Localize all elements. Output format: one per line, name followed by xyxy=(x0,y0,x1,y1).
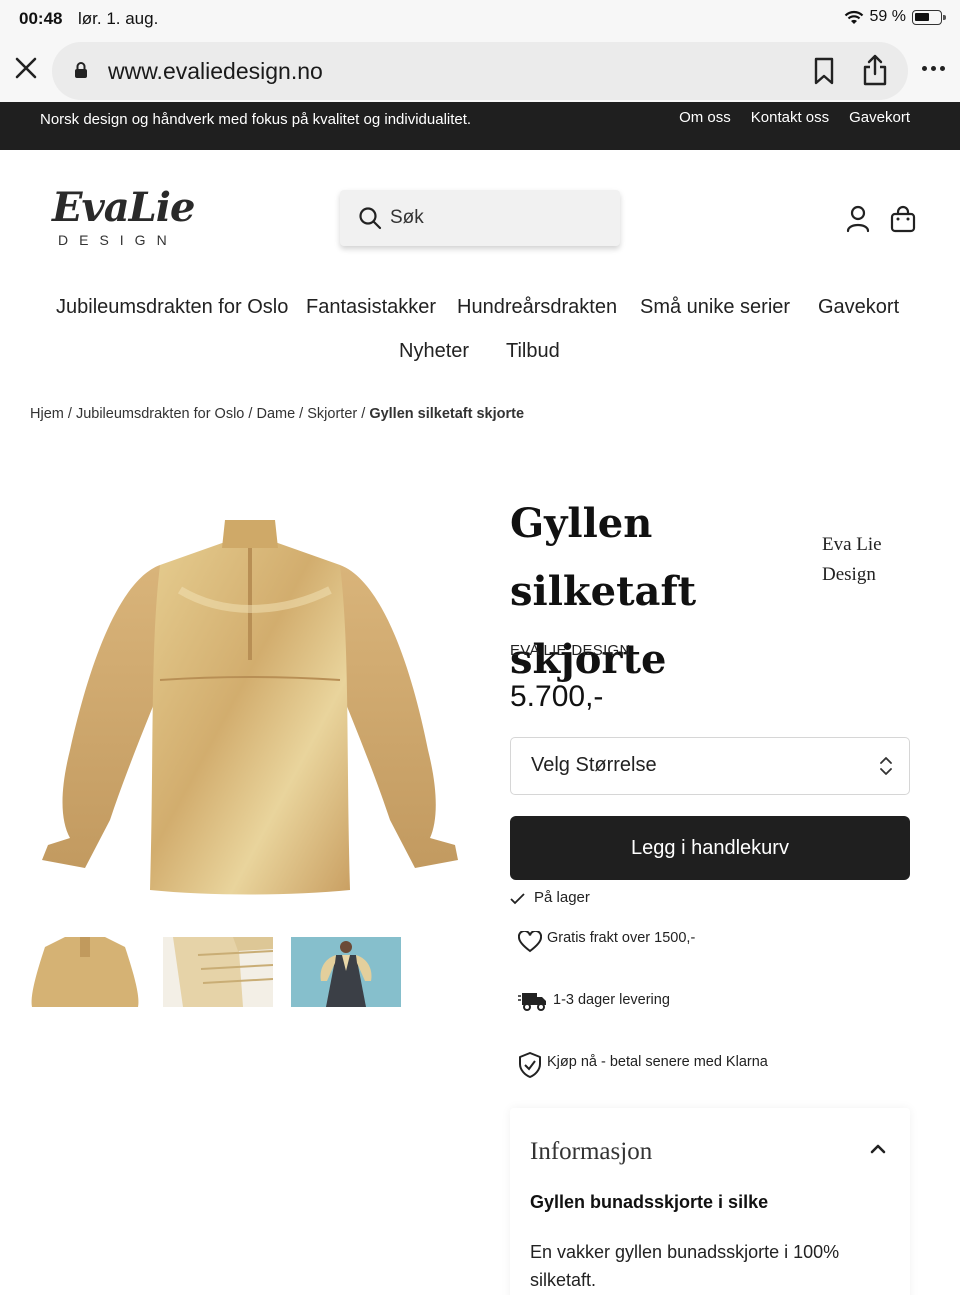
product-title: Gyllen silketaft skjorte xyxy=(510,500,697,683)
logo-subtitle: DESIGN xyxy=(58,232,178,248)
status-time: 00:48 xyxy=(19,9,63,28)
feature-text: 1-3 dager levering xyxy=(553,992,670,1008)
more-options-icon[interactable] xyxy=(922,66,945,71)
add-to-cart-button[interactable]: Legg i handlekurv xyxy=(510,816,910,880)
thumbnail-model-image xyxy=(291,937,401,1007)
breadcrumb-link-dame[interactable]: Dame xyxy=(256,406,295,422)
info-subtitle: Gyllen bunadsskjorte i silke xyxy=(530,1192,769,1212)
browser-toolbar: www.evaliedesign.no xyxy=(0,38,960,102)
feature-text: Kjøp nå - betal senere med Klarna xyxy=(547,1054,768,1070)
product-price: 5.700,- xyxy=(510,680,604,713)
thumbnail-shirt-image xyxy=(30,937,140,1007)
vendor-name: Eva Lie Design xyxy=(822,534,882,585)
share-icon[interactable] xyxy=(862,54,888,86)
logo-script: EvaLie xyxy=(52,184,195,231)
product-thumbnail[interactable] xyxy=(291,937,401,1007)
announcement-text: Norsk design og håndverk med fokus på kv… xyxy=(40,111,472,128)
shield-check-icon xyxy=(519,1052,541,1078)
battery-icon xyxy=(912,9,946,25)
breadcrumb-link-hjem[interactable]: Hjem xyxy=(30,406,64,422)
status-bar: 00:48 lør. 1. aug. 59 % xyxy=(0,0,960,38)
search-placeholder: Søk xyxy=(390,207,424,228)
close-icon[interactable] xyxy=(14,56,38,80)
nav-item-sma-unike-serier[interactable]: Små unike serier xyxy=(640,296,790,319)
site-logo[interactable]: EvaLie DESIGN xyxy=(52,184,195,250)
battery-percent: 59 % xyxy=(869,8,906,25)
status-right: 59 % xyxy=(844,8,946,26)
address-bar[interactable]: www.evaliedesign.no xyxy=(52,42,908,100)
announcement-bar: Norsk design og håndverk med fokus på kv… xyxy=(0,102,960,150)
size-select[interactable]: Velg Størrelse xyxy=(510,737,910,795)
url-text: www.evaliedesign.no xyxy=(108,58,323,84)
chevron-up-icon[interactable] xyxy=(870,1144,886,1154)
product-thumbnail[interactable] xyxy=(163,937,273,1007)
nav-item-tilbud[interactable]: Tilbud xyxy=(506,340,560,363)
checkmark-icon xyxy=(510,893,525,905)
product-main-image[interactable] xyxy=(30,500,470,910)
info-accordion[interactable]: Informasjon Gyllen bunadsskjorte i silke… xyxy=(510,1108,910,1295)
nav-item-gavekort[interactable]: Gavekort xyxy=(818,296,899,319)
bookmark-icon[interactable] xyxy=(812,57,836,85)
chevron-updown-icon xyxy=(880,757,892,775)
lock-icon xyxy=(75,62,87,78)
thumbnail-detail-image xyxy=(163,937,273,1007)
search-box[interactable]: Søk xyxy=(340,190,620,246)
nav-item-nyheter[interactable]: Nyheter xyxy=(399,340,469,363)
stock-text: På lager xyxy=(534,889,590,906)
breadcrumb: Hjem / Jubileumsdrakten for Oslo / Dame … xyxy=(30,406,525,422)
info-title: Informasjon xyxy=(530,1138,653,1165)
nav-item-fantasistakker[interactable]: Fantasistakker xyxy=(306,296,436,319)
wifi-icon xyxy=(844,10,863,24)
top-links: Om oss Kontakt oss Gavekort xyxy=(679,109,910,126)
delivery-truck-icon xyxy=(518,993,546,1011)
product-brand: EVA LIE DESIGN xyxy=(510,642,631,659)
breadcrumb-current: Gyllen silketaft skjorte xyxy=(369,406,525,422)
info-description: En vakker gyllen bunadsskjorte i 100% si… xyxy=(530,1242,840,1290)
cart-bag-icon[interactable] xyxy=(890,205,916,233)
search-icon xyxy=(359,207,382,230)
breadcrumb-link-jubileumsdrakten[interactable]: Jubileumsdrakten for Oslo xyxy=(76,406,244,422)
breadcrumb-link-skjorter[interactable]: Skjorter xyxy=(307,406,357,422)
link-om-oss[interactable]: Om oss xyxy=(679,109,731,126)
heart-icon xyxy=(518,931,542,953)
account-icon[interactable] xyxy=(846,205,870,233)
link-kontakt-oss[interactable]: Kontakt oss xyxy=(751,109,829,126)
link-gavekort[interactable]: Gavekort xyxy=(849,109,910,126)
feature-text: Gratis frakt over 1500,- xyxy=(547,930,696,946)
size-select-value: Velg Størrelse xyxy=(531,754,657,776)
stock-status: På lager xyxy=(510,889,590,906)
product-thumbnail[interactable] xyxy=(30,937,140,1007)
nav-item-hundrearsdrakten[interactable]: Hundreårsdrakten xyxy=(457,296,617,319)
status-date: lør. 1. aug. xyxy=(78,9,159,28)
nav-item-jubileumsdrakten[interactable]: Jubileumsdrakten for Oslo xyxy=(56,296,288,319)
